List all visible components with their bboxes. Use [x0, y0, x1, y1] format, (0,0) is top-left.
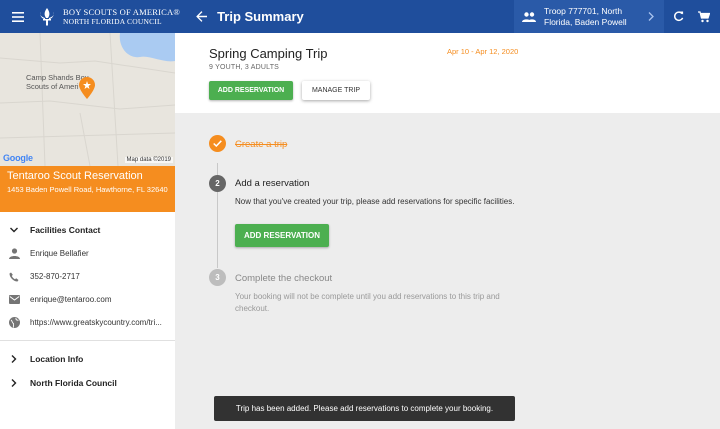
contact-phone: 352-870-2717 — [30, 272, 80, 281]
refresh-icon — [673, 11, 683, 22]
fleur-de-lis-icon — [40, 7, 54, 26]
contact-email-row[interactable]: enrique@tentaroo.com — [0, 288, 175, 311]
step-3-description: Your booking will not be complete until … — [235, 292, 500, 313]
logo-line1: BOY SCOUTS OF AMERICA® — [63, 6, 181, 17]
facility-sidebar: Camp Shands Boy Scouts of Ameri Google M… — [0, 33, 175, 429]
trip-participants: 9 YOUTH, 3 ADULTS — [209, 64, 280, 71]
contact-website-row[interactable]: https://www.greatskycountry.com/tri... — [0, 311, 175, 334]
venue-address: 1453 Baden Powell Road, Hawthorne, FL 32… — [7, 185, 168, 194]
step-add-reservation-button[interactable]: ADD RESERVATION — [235, 224, 329, 247]
email-icon — [8, 295, 20, 304]
troop-name: Troop 777701, North Florida, Baden Powel… — [544, 5, 627, 27]
contact-website: https://www.greatskycountry.com/tri... — [30, 318, 162, 327]
cart-icon — [698, 10, 710, 22]
person-icon — [8, 248, 20, 259]
snackbar-message: Trip has been added. Please add reservat… — [214, 396, 515, 421]
facilities-contact-label: Facilities Contact — [30, 225, 101, 235]
step-2-description: Now that you've created your trip, pleas… — [235, 197, 515, 206]
logo-line2: NORTH FLORIDA COUNCIL — [63, 16, 162, 26]
check-icon — [213, 140, 222, 147]
contact-email: enrique@tentaroo.com — [30, 295, 112, 304]
manage-trip-button[interactable]: MANAGE TRIP — [302, 81, 370, 100]
council-toggle[interactable]: North Florida Council — [0, 371, 175, 395]
step-1-indicator — [209, 135, 226, 152]
venue-name: Tentaroo Scout Reservation — [7, 170, 143, 182]
group-icon — [522, 11, 536, 22]
bsa-logo[interactable]: BOY SCOUTS OF AMERICA® NORTH FLORIDA COU… — [36, 0, 180, 33]
venue-banner: Tentaroo Scout Reservation 1453 Baden Po… — [0, 166, 175, 212]
map-graphic — [0, 33, 175, 166]
troop-selector[interactable]: Troop 777701, North Florida, Baden Powel… — [514, 0, 664, 33]
step-3-title: Complete the checkout — [235, 273, 333, 284]
map-attribution[interactable]: Map data ©2019 — [124, 157, 173, 163]
google-logo: Google — [3, 153, 33, 163]
cart-button[interactable] — [694, 0, 714, 33]
contact-name: Enrique Bellafier — [30, 249, 89, 258]
trip-dates: Apr 10 - Apr 12, 2020 — [447, 47, 519, 56]
map-pin-icon[interactable] — [79, 77, 95, 99]
step-1-title: Create a trip — [235, 139, 288, 150]
council-label: North Florida Council — [30, 378, 117, 388]
add-reservation-button[interactable]: ADD RESERVATION — [209, 81, 293, 100]
trip-steps: Create a trip 2 Add a reservation Now th… — [175, 113, 720, 429]
contact-name-row: Enrique Bellafier — [0, 242, 175, 265]
location-info-toggle[interactable]: Location Info — [0, 347, 175, 371]
step-2-indicator: 2 — [209, 175, 226, 192]
chevron-down-icon — [10, 227, 18, 233]
globe-icon — [8, 317, 20, 328]
chevron-right-icon — [648, 12, 654, 21]
page-title: Trip Summary — [217, 9, 304, 24]
trip-header-card: Spring Camping Trip 9 YOUTH, 3 ADULTS Ap… — [175, 33, 720, 113]
step-3-indicator: 3 — [209, 269, 226, 286]
menu-button[interactable] — [0, 0, 36, 33]
facilities-contact-toggle[interactable]: Facilities Contact — [0, 218, 175, 242]
phone-icon — [9, 272, 19, 281]
refresh-button[interactable] — [668, 0, 688, 33]
app-header: BOY SCOUTS OF AMERICA® NORTH FLORIDA COU… — [0, 0, 720, 33]
chevron-right-icon — [11, 379, 17, 387]
location-map[interactable]: Camp Shands Boy Scouts of Ameri Google M… — [0, 33, 175, 166]
step-2-title: Add a reservation — [235, 178, 310, 189]
contact-phone-row[interactable]: 352-870-2717 — [0, 265, 175, 288]
trip-name: Spring Camping Trip — [209, 46, 328, 61]
location-info-label: Location Info — [30, 354, 84, 364]
chevron-right-icon — [11, 355, 17, 363]
back-button[interactable] — [190, 0, 212, 33]
arrow-back-icon — [195, 11, 207, 22]
menu-icon — [12, 11, 24, 22]
sidebar-divider — [0, 340, 175, 341]
